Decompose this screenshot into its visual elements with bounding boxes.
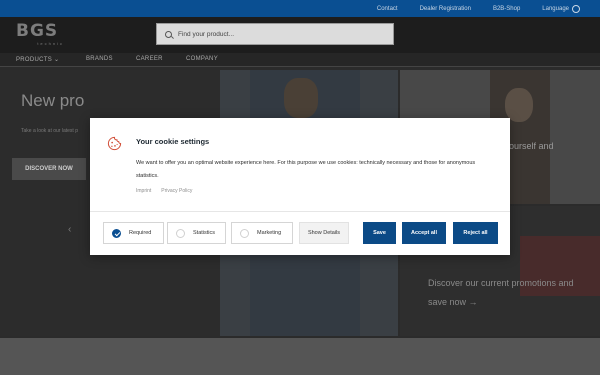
nav-item-products[interactable]: PRODUCTS ⌄: [16, 56, 59, 63]
cookie-dialog-links: Imprint Privacy Policy: [136, 188, 192, 194]
cookie-dialog-title: Your cookie settings: [136, 137, 210, 146]
hero-person-head: [284, 78, 318, 118]
chevron-left-icon[interactable]: ‹: [68, 224, 71, 235]
accept-all-button[interactable]: Accept all: [402, 222, 446, 244]
save-button[interactable]: Save: [363, 222, 396, 244]
utility-links: Contact Dealer Registration B2B-Shop Lan…: [377, 0, 580, 17]
cookie-icon: [107, 136, 122, 151]
content-band: [0, 338, 600, 375]
hero-subtitle: Take a look at our latest p: [21, 128, 78, 134]
search-input[interactable]: [178, 30, 378, 38]
search-box[interactable]: [156, 23, 394, 45]
site-header: BGS technic: [0, 17, 600, 53]
nav-item-career[interactable]: CAREER: [136, 56, 163, 62]
checkbox-checked-icon[interactable]: [112, 228, 121, 238]
imprint-link[interactable]: Imprint: [136, 188, 151, 194]
promo-bottom-text[interactable]: Discover our current promotions and save…: [428, 274, 593, 312]
hero-title: New pro: [21, 91, 85, 110]
discover-now-button[interactable]: DISCOVER NOW: [12, 158, 86, 180]
language-label: Language: [542, 5, 569, 12]
language-selector[interactable]: Language: [542, 4, 580, 13]
promo-person-face: [505, 88, 533, 122]
marketing-label: Marketing: [257, 230, 282, 236]
checkbox-unchecked-icon[interactable]: [176, 228, 185, 238]
statistics-label: Statistics: [193, 230, 216, 236]
required-label: Required: [129, 230, 152, 236]
cookie-dialog-text: We want to offer you an optimal website …: [136, 160, 476, 179]
nav-item-company[interactable]: COMPANY: [186, 56, 218, 62]
globe-icon: [572, 4, 580, 13]
marketing-option[interactable]: Marketing: [231, 222, 293, 244]
nav-item-brands[interactable]: BRANDS: [86, 56, 113, 62]
divider: [90, 211, 510, 212]
b2b-shop-link[interactable]: B2B-Shop: [493, 6, 520, 12]
top-utility-bar: Contact Dealer Registration B2B-Shop Lan…: [0, 0, 600, 17]
checkbox-unchecked-icon[interactable]: [240, 228, 249, 238]
promo-top-text: ourself and: [509, 141, 554, 151]
contact-link[interactable]: Contact: [377, 6, 398, 12]
chevron-down-icon: ⌄: [54, 57, 60, 63]
search-icon: [165, 30, 172, 38]
cookie-dialog: Your cookie settings We want to offer yo…: [90, 118, 510, 255]
statistics-option[interactable]: Statistics: [167, 222, 226, 244]
required-option[interactable]: Required: [103, 222, 164, 244]
dealer-registration-link[interactable]: Dealer Registration: [420, 6, 471, 12]
bgs-logo[interactable]: BGS technic: [16, 23, 64, 47]
show-details-button[interactable]: Show Details: [299, 222, 349, 244]
privacy-policy-link[interactable]: Privacy Policy: [161, 188, 192, 194]
logo-text: BGS: [16, 21, 59, 41]
main-nav: PRODUCTS ⌄ BRANDS CAREER COMPANY: [0, 53, 600, 67]
reject-all-button[interactable]: Reject all: [453, 222, 498, 244]
nav-item-label: PRODUCTS: [16, 57, 53, 63]
logo-subtext: technic: [37, 41, 64, 46]
